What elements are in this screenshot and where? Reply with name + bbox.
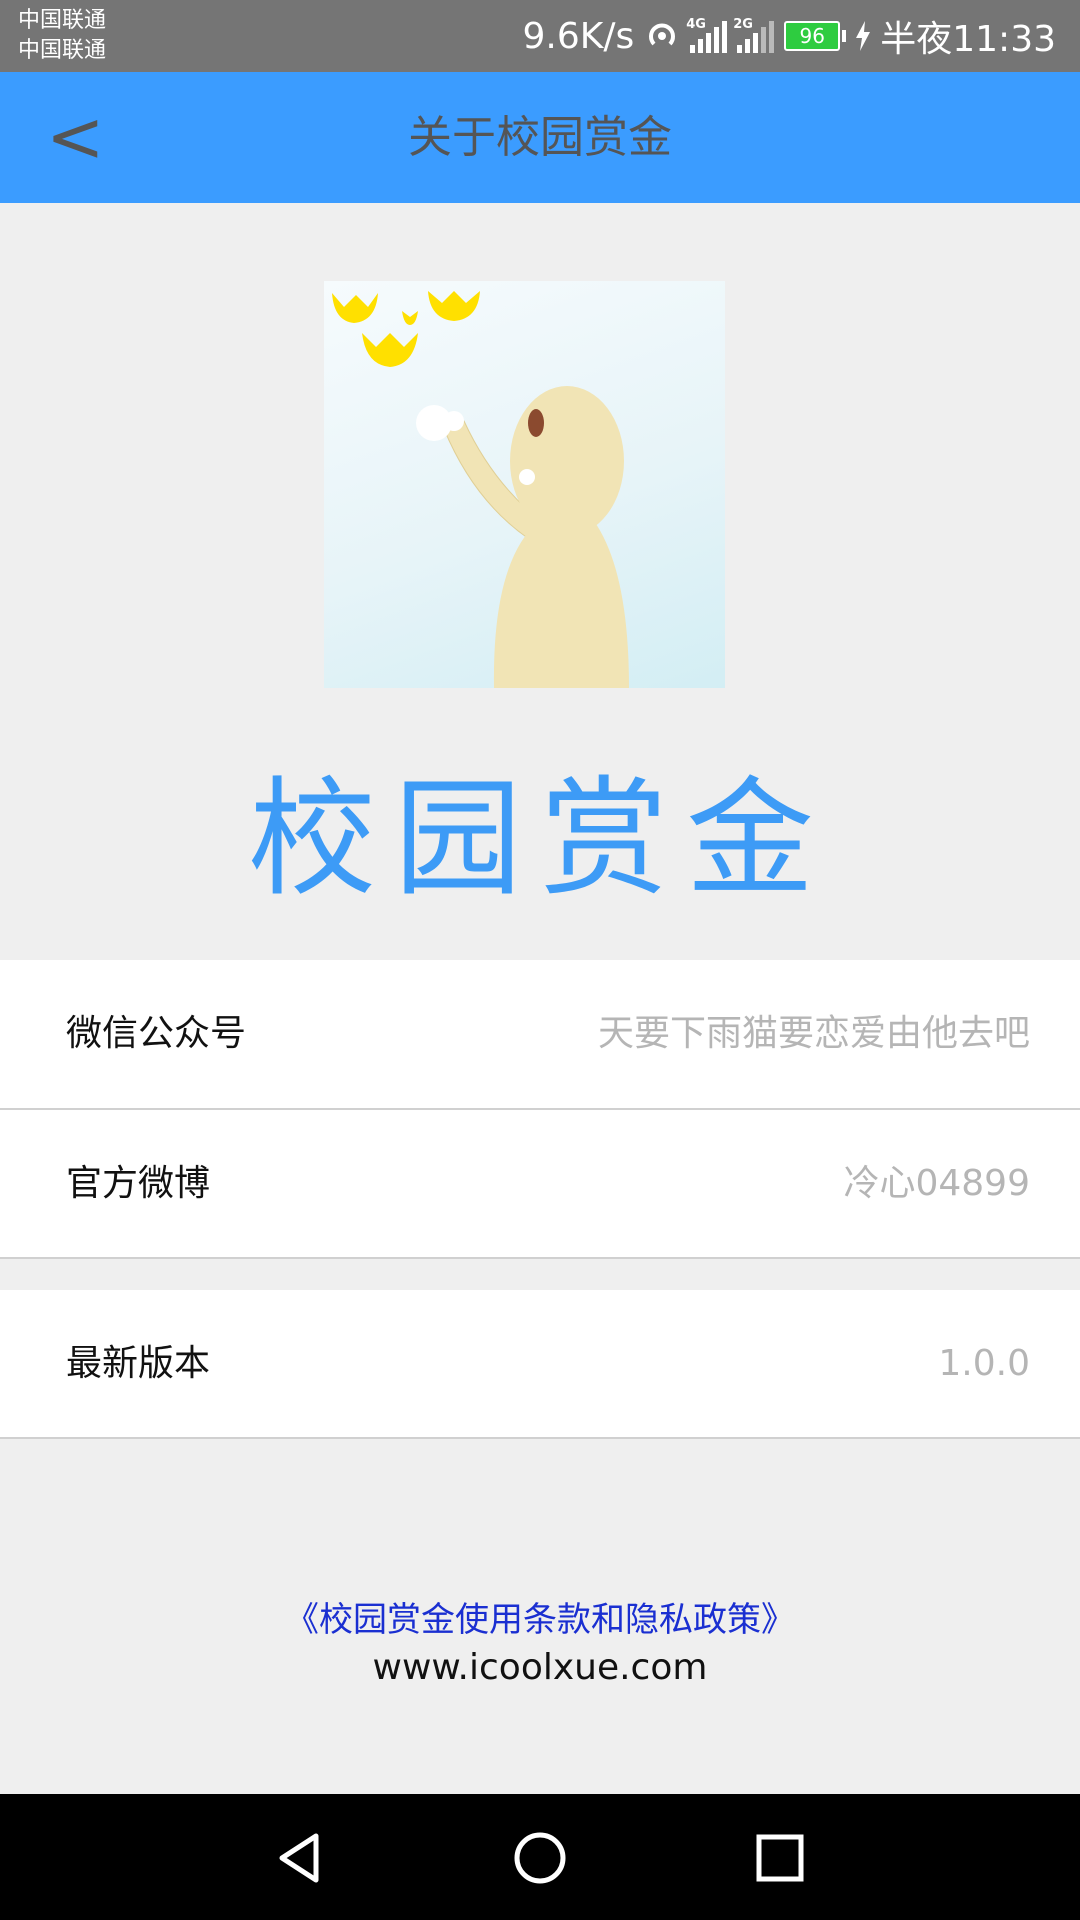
wechat-value: 天要下雨猫要恋爱由他去吧	[597, 1013, 1030, 1054]
status-bar: 中国联通 中国联通 9.6K/s 4G 2G 96 半夜11:33	[0, 0, 1080, 72]
weibo-row[interactable]: 官方微博 冷心04899	[0, 1110, 1080, 1259]
weibo-value: 冷心04899	[843, 1163, 1030, 1204]
charging-icon	[856, 21, 871, 51]
back-triangle-icon[interactable]	[264, 1822, 336, 1894]
wechat-label: 微信公众号	[66, 1013, 247, 1054]
page-title: 关于校园赏金	[408, 112, 672, 163]
app-name-logo: 校园赏金	[247, 765, 832, 914]
carrier-1: 中国联通	[18, 8, 107, 33]
app-logo-image	[324, 281, 725, 688]
signal-4g-icon: 4G	[686, 17, 728, 53]
version-label: 最新版本	[66, 1343, 211, 1384]
carrier-info: 中国联通 中国联通	[18, 6, 106, 66]
privacy-policy-link[interactable]: 《校园赏金使用条款和隐私政策》	[0, 1592, 1080, 1641]
wechat-account-row[interactable]: 微信公众号 天要下雨猫要恋爱由他去吧	[0, 960, 1080, 1110]
version-value: 1.0.0	[938, 1343, 1030, 1384]
system-nav-bar	[0, 1794, 1080, 1920]
signal-2g-icon: 2G	[733, 17, 775, 53]
recents-square-icon[interactable]	[744, 1822, 816, 1894]
logo-illustration	[332, 291, 629, 688]
hotspot-icon	[649, 23, 676, 46]
battery-level: 96	[784, 21, 841, 51]
weibo-label: 官方微博	[66, 1163, 211, 1204]
website-url: www.icoolxue.com	[372, 1647, 708, 1688]
battery-icon: 96	[784, 21, 847, 51]
clock: 半夜11:33	[880, 19, 1056, 60]
version-row[interactable]: 最新版本 1.0.0	[0, 1290, 1080, 1439]
net-speed: 9.6K/s	[522, 15, 635, 57]
gold-ingot-icon	[332, 291, 480, 367]
status-icons: 9.6K/s 4G 2G 96 半夜11:33	[523, 0, 1057, 72]
carrier-2: 中国联通	[18, 38, 107, 63]
home-circle-icon[interactable]	[504, 1822, 576, 1894]
app-header: < 关于校园赏金	[0, 72, 1080, 203]
